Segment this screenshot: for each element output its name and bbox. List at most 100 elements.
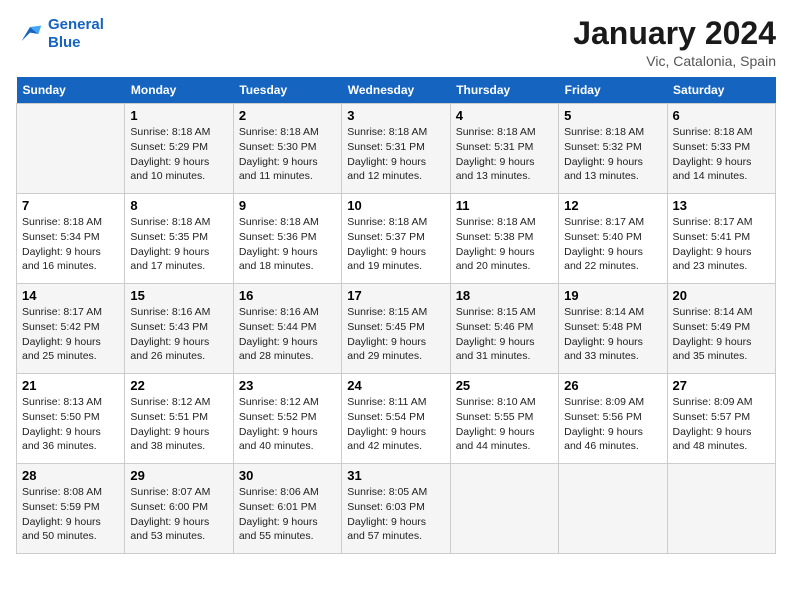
day-info: Sunrise: 8:14 AMSunset: 5:49 PMDaylight:… bbox=[673, 305, 770, 364]
calendar-day-cell: 4 Sunrise: 8:18 AMSunset: 5:31 PMDaylight… bbox=[450, 104, 558, 194]
calendar-day-cell: 11Sunrise: 8:18 AMSunset: 5:38 PMDayligh… bbox=[450, 194, 558, 284]
day-number: 26 bbox=[564, 378, 661, 393]
day-info: Sunrise: 8:13 AMSunset: 5:50 PMDaylight:… bbox=[22, 395, 119, 454]
calendar-day-cell: 12 Sunrise: 8:17 AMSunset: 5:40 PMDayligh… bbox=[559, 194, 667, 284]
calendar-day-cell: 10 Sunrise: 8:18 AMSunset: 5:37 PMDayligh… bbox=[342, 194, 450, 284]
calendar-day-cell: 15Sunrise: 8:16 AMSunset: 5:43 PMDayligh… bbox=[125, 284, 233, 374]
day-number: 20 bbox=[673, 288, 770, 303]
calendar-day-cell: 26 Sunrise: 8:09 AMSunset: 5:56 PMDayligh… bbox=[559, 374, 667, 464]
day-number: 27 bbox=[673, 378, 770, 393]
day-info: Sunrise: 8:17 AMSunset: 5:41 PMDaylight:… bbox=[673, 215, 770, 274]
calendar-day-cell: 3Sunrise: 8:18 AMSunset: 5:31 PMDaylight… bbox=[342, 104, 450, 194]
day-number: 15 bbox=[130, 288, 227, 303]
day-info: Sunrise: 8:18 AMSunset: 5:34 PMDaylight:… bbox=[22, 215, 119, 274]
day-number: 18 bbox=[456, 288, 553, 303]
calendar-day-cell: 7 Sunrise: 8:18 AMSunset: 5:34 PMDaylight… bbox=[17, 194, 125, 284]
day-number: 9 bbox=[239, 198, 336, 213]
day-number: 11 bbox=[456, 198, 553, 213]
calendar-day-cell: 28 Sunrise: 8:08 AMSunset: 5:59 PMDayligh… bbox=[17, 464, 125, 554]
day-info: Sunrise: 8:18 AMSunset: 5:37 PMDaylight:… bbox=[347, 215, 444, 274]
day-number: 21 bbox=[22, 378, 119, 393]
day-info: Sunrise: 8:17 AMSunset: 5:40 PMDaylight:… bbox=[564, 215, 661, 274]
calendar-day-cell: 8 Sunrise: 8:18 AMSunset: 5:35 PMDaylight… bbox=[125, 194, 233, 284]
day-info: Sunrise: 8:10 AMSunset: 5:55 PMDaylight:… bbox=[456, 395, 553, 454]
day-number: 24 bbox=[347, 378, 444, 393]
calendar-week-row: 1 Sunrise: 8:18 AMSunset: 5:29 PMDaylight… bbox=[17, 104, 776, 194]
calendar-week-row: 7 Sunrise: 8:18 AMSunset: 5:34 PMDaylight… bbox=[17, 194, 776, 284]
page-header: General Blue January 2024 Vic, Catalonia… bbox=[16, 16, 776, 69]
calendar-day-cell: 23Sunrise: 8:12 AMSunset: 5:52 PMDayligh… bbox=[233, 374, 341, 464]
weekday-header: Tuesday bbox=[233, 77, 341, 104]
day-info: Sunrise: 8:18 AMSunset: 5:31 PMDaylight:… bbox=[347, 125, 444, 184]
calendar-day-cell: 9Sunrise: 8:18 AMSunset: 5:36 PMDaylight… bbox=[233, 194, 341, 284]
calendar-day-cell: 22 Sunrise: 8:12 AMSunset: 5:51 PMDayligh… bbox=[125, 374, 233, 464]
day-info: Sunrise: 8:09 AMSunset: 5:56 PMDaylight:… bbox=[564, 395, 661, 454]
weekday-header-row: SundayMondayTuesdayWednesdayThursdayFrid… bbox=[17, 77, 776, 104]
day-info: Sunrise: 8:12 AMSunset: 5:51 PMDaylight:… bbox=[130, 395, 227, 454]
day-info: Sunrise: 8:18 AMSunset: 5:33 PMDaylight:… bbox=[673, 125, 770, 184]
day-number: 2 bbox=[239, 108, 336, 123]
calendar-week-row: 21 Sunrise: 8:13 AMSunset: 5:50 PMDayligh… bbox=[17, 374, 776, 464]
calendar-day-cell bbox=[450, 464, 558, 554]
calendar-day-cell: 30Sunrise: 8:06 AMSunset: 6:01 PMDayligh… bbox=[233, 464, 341, 554]
calendar-day-cell: 31Sunrise: 8:05 AMSunset: 6:03 PMDayligh… bbox=[342, 464, 450, 554]
day-number: 13 bbox=[673, 198, 770, 213]
day-info: Sunrise: 8:18 AMSunset: 5:32 PMDaylight:… bbox=[564, 125, 661, 184]
logo: General Blue bbox=[16, 16, 104, 52]
calendar-day-cell: 21 Sunrise: 8:13 AMSunset: 5:50 PMDayligh… bbox=[17, 374, 125, 464]
day-info: Sunrise: 8:18 AMSunset: 5:30 PMDaylight:… bbox=[239, 125, 336, 184]
day-info: Sunrise: 8:06 AMSunset: 6:01 PMDaylight:… bbox=[239, 485, 336, 544]
logo-text: General Blue bbox=[48, 16, 104, 52]
calendar-day-cell: 16 Sunrise: 8:16 AMSunset: 5:44 PMDayligh… bbox=[233, 284, 341, 374]
day-number: 10 bbox=[347, 198, 444, 213]
calendar-week-row: 28 Sunrise: 8:08 AMSunset: 5:59 PMDayligh… bbox=[17, 464, 776, 554]
calendar-day-cell bbox=[667, 464, 775, 554]
calendar-day-cell bbox=[17, 104, 125, 194]
day-info: Sunrise: 8:15 AMSunset: 5:46 PMDaylight:… bbox=[456, 305, 553, 364]
day-number: 16 bbox=[239, 288, 336, 303]
day-info: Sunrise: 8:15 AMSunset: 5:45 PMDaylight:… bbox=[347, 305, 444, 364]
calendar-day-cell: 19Sunrise: 8:14 AMSunset: 5:48 PMDayligh… bbox=[559, 284, 667, 374]
weekday-header: Wednesday bbox=[342, 77, 450, 104]
day-number: 25 bbox=[456, 378, 553, 393]
day-info: Sunrise: 8:16 AMSunset: 5:44 PMDaylight:… bbox=[239, 305, 336, 364]
calendar-day-cell: 18 Sunrise: 8:15 AMSunset: 5:46 PMDayligh… bbox=[450, 284, 558, 374]
day-info: Sunrise: 8:11 AMSunset: 5:54 PMDaylight:… bbox=[347, 395, 444, 454]
calendar-day-cell: 25 Sunrise: 8:10 AMSunset: 5:55 PMDayligh… bbox=[450, 374, 558, 464]
day-info: Sunrise: 8:09 AMSunset: 5:57 PMDaylight:… bbox=[673, 395, 770, 454]
weekday-header: Friday bbox=[559, 77, 667, 104]
day-number: 22 bbox=[130, 378, 227, 393]
day-number: 14 bbox=[22, 288, 119, 303]
day-number: 8 bbox=[130, 198, 227, 213]
day-number: 29 bbox=[130, 468, 227, 483]
day-info: Sunrise: 8:08 AMSunset: 5:59 PMDaylight:… bbox=[22, 485, 119, 544]
day-number: 23 bbox=[239, 378, 336, 393]
calendar-day-cell: 1 Sunrise: 8:18 AMSunset: 5:29 PMDaylight… bbox=[125, 104, 233, 194]
day-info: Sunrise: 8:18 AMSunset: 5:35 PMDaylight:… bbox=[130, 215, 227, 274]
day-number: 5 bbox=[564, 108, 661, 123]
day-info: Sunrise: 8:05 AMSunset: 6:03 PMDaylight:… bbox=[347, 485, 444, 544]
weekday-header: Saturday bbox=[667, 77, 775, 104]
weekday-header: Sunday bbox=[17, 77, 125, 104]
calendar-day-cell: 27 Sunrise: 8:09 AMSunset: 5:57 PMDayligh… bbox=[667, 374, 775, 464]
calendar-table: SundayMondayTuesdayWednesdayThursdayFrid… bbox=[16, 77, 776, 554]
day-number: 4 bbox=[456, 108, 553, 123]
calendar-week-row: 14 Sunrise: 8:17 AMSunset: 5:42 PMDayligh… bbox=[17, 284, 776, 374]
logo-icon bbox=[16, 20, 44, 48]
calendar-subtitle: Vic, Catalonia, Spain bbox=[573, 53, 776, 69]
day-info: Sunrise: 8:18 AMSunset: 5:31 PMDaylight:… bbox=[456, 125, 553, 184]
day-number: 17 bbox=[347, 288, 444, 303]
day-number: 7 bbox=[22, 198, 119, 213]
day-info: Sunrise: 8:18 AMSunset: 5:29 PMDaylight:… bbox=[130, 125, 227, 184]
calendar-day-cell: 24 Sunrise: 8:11 AMSunset: 5:54 PMDayligh… bbox=[342, 374, 450, 464]
calendar-day-cell bbox=[559, 464, 667, 554]
day-number: 1 bbox=[130, 108, 227, 123]
calendar-day-cell: 5 Sunrise: 8:18 AMSunset: 5:32 PMDaylight… bbox=[559, 104, 667, 194]
day-number: 28 bbox=[22, 468, 119, 483]
day-info: Sunrise: 8:17 AMSunset: 5:42 PMDaylight:… bbox=[22, 305, 119, 364]
calendar-title: January 2024 bbox=[573, 16, 776, 51]
day-number: 12 bbox=[564, 198, 661, 213]
calendar-day-cell: 20 Sunrise: 8:14 AMSunset: 5:49 PMDayligh… bbox=[667, 284, 775, 374]
calendar-day-cell: 6Sunrise: 8:18 AMSunset: 5:33 PMDaylight… bbox=[667, 104, 775, 194]
calendar-day-cell: 13 Sunrise: 8:17 AMSunset: 5:41 PMDayligh… bbox=[667, 194, 775, 284]
